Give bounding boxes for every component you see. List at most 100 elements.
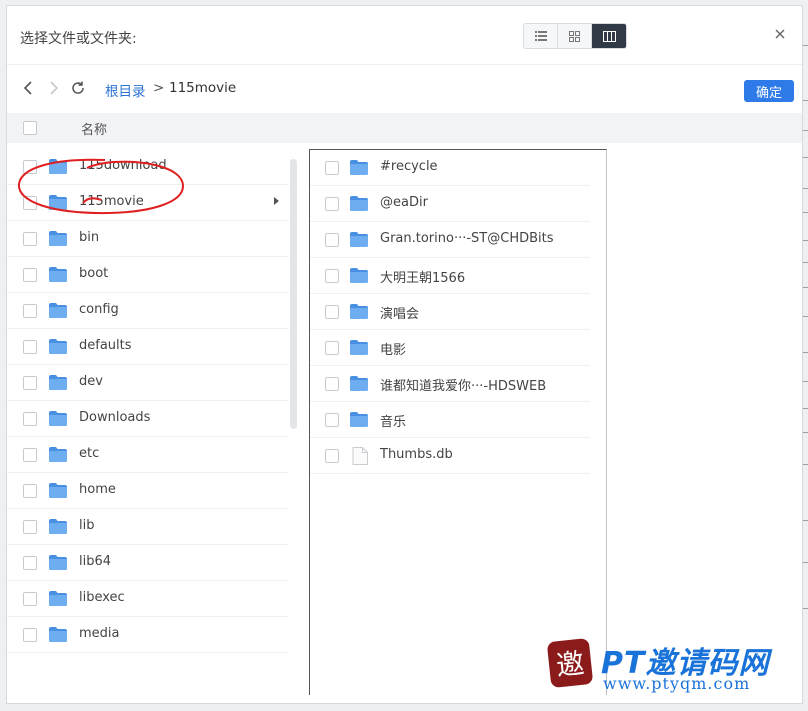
folder-icon [49, 519, 67, 534]
folder-icon [350, 376, 368, 391]
folder-row[interactable]: home [7, 473, 289, 509]
folder-icon [49, 375, 67, 390]
row-label: 音乐 [380, 415, 407, 430]
folder-row[interactable]: Gran.torino···-ST@CHDBits [310, 222, 590, 258]
row-checkbox[interactable] [23, 448, 37, 462]
row-label: media [79, 626, 120, 641]
row-checkbox[interactable] [23, 232, 37, 246]
red-annotation-circle [17, 158, 185, 215]
row-label: lib64 [79, 554, 112, 569]
row-checkbox[interactable] [23, 484, 37, 498]
folder-icon [350, 160, 368, 175]
row-label: 演唱会 [380, 307, 420, 322]
folder-icon [350, 304, 368, 319]
folder-column-1: 115download 115movie bin boot config defaults… [7, 149, 289, 653]
folder-row[interactable]: defaults [7, 329, 289, 365]
row-checkbox[interactable] [325, 269, 339, 283]
row-checkbox[interactable] [23, 304, 37, 318]
row-checkbox[interactable] [23, 556, 37, 570]
header-divider [7, 64, 802, 65]
scrollbar[interactable] [290, 159, 297, 429]
folder-icon [49, 483, 67, 498]
folder-row[interactable]: 电影 [310, 330, 590, 366]
folder-icon [49, 591, 67, 606]
row-label: defaults [79, 338, 132, 353]
breadcrumb-separator: > [153, 80, 165, 96]
row-label: bin [79, 230, 100, 245]
folder-row[interactable]: lib [7, 509, 289, 545]
row-label: Gran.torino···-ST@CHDBits [380, 231, 554, 246]
folder-icon [350, 268, 368, 283]
select-all-checkbox[interactable] [23, 121, 37, 135]
folder-row[interactable]: bin [7, 221, 289, 257]
folder-row[interactable]: @eaDir [310, 186, 590, 222]
folder-row[interactable]: Downloads [7, 401, 289, 437]
folder-icon [49, 447, 67, 462]
row-checkbox[interactable] [23, 340, 37, 354]
folder-row[interactable]: media [7, 617, 289, 653]
folder-icon [350, 340, 368, 355]
breadcrumb-current: 115movie [169, 80, 237, 96]
row-checkbox[interactable] [23, 412, 37, 426]
folder-row[interactable]: 大明王朝1566 [310, 258, 590, 294]
row-checkbox[interactable] [325, 413, 339, 427]
forward-icon[interactable] [45, 80, 61, 96]
column-view-button[interactable] [592, 24, 626, 48]
row-checkbox[interactable] [23, 376, 37, 390]
confirm-button[interactable]: 确定 [744, 80, 794, 102]
expand-arrow-icon [274, 197, 279, 205]
row-checkbox[interactable] [23, 592, 37, 606]
row-checkbox[interactable] [325, 233, 339, 247]
row-label: boot [79, 266, 109, 281]
row-label: Downloads [79, 410, 151, 425]
row-checkbox[interactable] [325, 341, 339, 355]
grid-view-button[interactable] [558, 24, 592, 48]
row-label: @eaDir [380, 195, 428, 210]
folder-row[interactable]: 演唱会 [310, 294, 590, 330]
folder-icon [49, 411, 67, 426]
folder-icon [350, 232, 368, 247]
row-label: 大明王朝1566 [380, 271, 466, 286]
row-checkbox[interactable] [325, 161, 339, 175]
folder-row[interactable]: dev [7, 365, 289, 401]
column-header-name: 名称 [81, 123, 108, 138]
folder-icon [49, 231, 67, 246]
grid-icon [569, 30, 580, 42]
folder-row[interactable]: lib64 [7, 545, 289, 581]
watermark-url: www.ptyqm.com [603, 674, 751, 693]
row-checkbox[interactable] [325, 377, 339, 391]
folder-row[interactable]: config [7, 293, 289, 329]
watermark-badge: 邀 [546, 637, 594, 689]
refresh-icon[interactable] [70, 80, 86, 96]
columns-icon [602, 30, 616, 42]
back-icon[interactable] [21, 80, 37, 96]
row-checkbox[interactable] [325, 305, 339, 319]
file-icon [352, 447, 368, 465]
row-checkbox[interactable] [325, 197, 339, 211]
folder-icon [49, 555, 67, 570]
breadcrumb-root[interactable]: 根目录 [105, 80, 146, 100]
folder-row[interactable]: libexec [7, 581, 289, 617]
row-label: lib [79, 518, 95, 533]
row-label: #recycle [380, 159, 438, 174]
row-label: 谁都知道我爱你···-HDSWEB [380, 379, 547, 394]
list-icon [534, 31, 547, 41]
row-checkbox[interactable] [23, 520, 37, 534]
row-checkbox[interactable] [23, 628, 37, 642]
row-checkbox[interactable] [23, 268, 37, 282]
row-label: home [79, 482, 116, 497]
list-view-button[interactable] [524, 24, 558, 48]
folder-row[interactable]: #recycle [310, 150, 590, 186]
folder-row[interactable]: boot [7, 257, 289, 293]
row-label: Thumbs.db [380, 447, 453, 462]
row-label: dev [79, 374, 103, 389]
row-checkbox[interactable] [325, 449, 339, 463]
folder-column-2: #recycle @eaDir Gran.torino···-ST@CHDBits 大… [309, 149, 607, 695]
folder-row[interactable]: etc [7, 437, 289, 473]
folder-row[interactable]: 谁都知道我爱你···-HDSWEB [310, 366, 590, 402]
close-icon[interactable] [773, 27, 787, 41]
file-row[interactable]: Thumbs.db [310, 438, 590, 474]
row-label: libexec [79, 590, 125, 605]
view-mode-switch [523, 23, 627, 49]
folder-row[interactable]: 音乐 [310, 402, 590, 438]
